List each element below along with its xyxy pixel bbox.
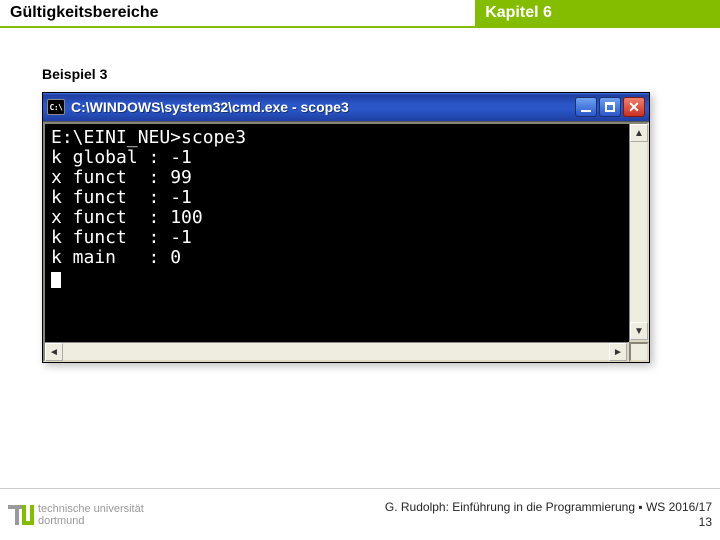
cmd-title-text: C:\WINDOWS\system32\cmd.exe - scope3 xyxy=(71,99,569,115)
close-button[interactable]: ✕ xyxy=(623,97,645,117)
horizontal-scrollbar[interactable]: ◄ ► xyxy=(43,342,629,362)
scroll-right-button[interactable]: ► xyxy=(609,343,627,361)
page-number: 13 xyxy=(385,515,712,530)
window-controls: ✕ xyxy=(575,97,645,117)
vertical-scrollbar[interactable]: ▲ ▼ xyxy=(629,122,649,342)
cmd-window: C:\ C:\WINDOWS\system32\cmd.exe - scope3… xyxy=(42,92,650,363)
scroll-up-button[interactable]: ▲ xyxy=(630,124,648,142)
minimize-button[interactable] xyxy=(575,97,597,117)
header-chapter: Kapitel 6 xyxy=(475,0,720,28)
header-topic: Gültigkeitsbereiche xyxy=(0,0,475,28)
slide-footer: technische universität dortmund G. Rudol… xyxy=(0,488,720,540)
example-label: Beispiel 3 xyxy=(42,66,720,82)
uni-name-line2: dortmund xyxy=(38,515,144,527)
cmd-client-area: E:\EINI_NEU>scope3 k global : -1 x funct… xyxy=(43,121,649,362)
tu-dortmund-logo: technische universität dortmund xyxy=(8,503,144,527)
cmd-titlebar[interactable]: C:\ C:\WINDOWS\system32\cmd.exe - scope3… xyxy=(43,93,649,121)
footer-credit-block: G. Rudolph: Einführung in die Programmie… xyxy=(385,500,712,530)
footer-credit: G. Rudolph: Einführung in die Programmie… xyxy=(385,500,712,515)
tu-logo-text: technische universität dortmund xyxy=(38,503,144,527)
cmd-output: E:\EINI_NEU>scope3 k global : -1 x funct… xyxy=(43,122,629,342)
scroll-left-button[interactable]: ◄ xyxy=(45,343,63,361)
scrollbar-corner xyxy=(629,342,649,362)
scroll-down-button[interactable]: ▼ xyxy=(630,322,648,340)
cmd-system-icon[interactable]: C:\ xyxy=(47,99,65,115)
close-icon: ✕ xyxy=(628,100,640,114)
maximize-button[interactable] xyxy=(599,97,621,117)
cmd-cursor xyxy=(51,272,61,288)
uni-name-line1: technische universität xyxy=(38,503,144,515)
slide-header: Gültigkeitsbereiche Kapitel 6 xyxy=(0,0,720,28)
tu-logo-mark xyxy=(8,503,32,527)
